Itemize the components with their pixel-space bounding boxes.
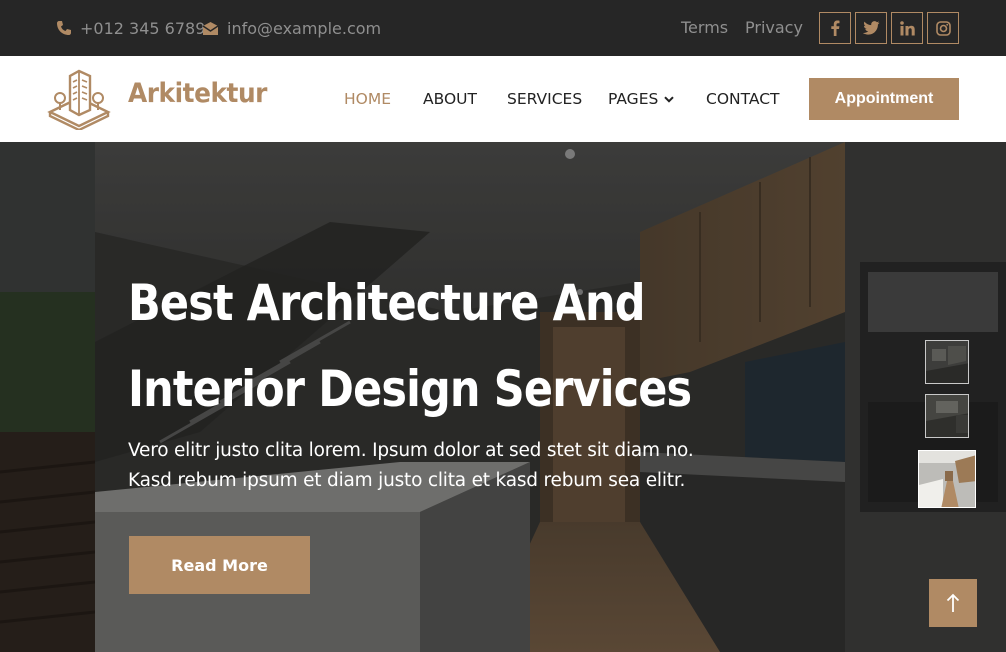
hero-title-line-1: Best Architecture And [128,274,646,332]
carousel-thumbnail-2[interactable] [925,394,969,438]
privacy-link[interactable]: Privacy [745,0,803,56]
phone-icon [57,21,71,35]
hero-carousel: Best Architecture And Interior Design Se… [0,142,1006,652]
appointment-button[interactable]: Appointment [809,78,959,120]
hero-subtitle: Vero elitr justo clita lorem. Ipsum dolo… [128,436,748,496]
chevron-down-icon [664,96,675,103]
linkedin-icon[interactable] [891,12,923,44]
main-navbar: Arkitektur HOME ABOUT SERVICES PAGES CON… [0,56,1006,142]
terms-link[interactable]: Terms [681,0,728,56]
nav-home[interactable]: HOME [344,56,391,142]
hero-subtitle-line-1: Vero elitr justo clita lorem. Ipsum dolo… [128,440,694,461]
nav-pages-dropdown[interactable]: PAGES [608,56,675,142]
nav-services[interactable]: SERVICES [507,56,582,142]
phone-number: +012 345 6789 [80,18,206,38]
hero-title: Best Architecture And Interior Design Se… [128,260,713,432]
phone-contact: +012 345 6789 [56,0,205,56]
nav-contact[interactable]: CONTACT [706,56,780,142]
hero-subtitle-line-2: Kasd rebum ipsum et diam justo clita et … [128,470,686,491]
instagram-icon[interactable] [927,12,959,44]
building-logo-icon[interactable] [46,68,112,130]
back-to-top-button[interactable] [929,579,977,627]
carousel-thumbnail-3-active[interactable] [918,450,976,508]
twitter-icon[interactable] [855,12,887,44]
read-more-button[interactable]: Read More [129,536,310,594]
brand-name[interactable]: Arkitektur [128,78,267,109]
envelope-icon [202,21,219,35]
top-bar: +012 345 6789 info@example.com Terms Pri… [0,0,1006,56]
nav-about[interactable]: ABOUT [423,56,477,142]
arrow-up-icon [946,593,960,612]
email-contact: info@example.com [202,0,381,56]
facebook-icon[interactable] [819,12,851,44]
hero-title-line-2: Interior Design Services [128,360,692,418]
email-address: info@example.com [227,18,382,38]
carousel-thumbnail-1[interactable] [925,340,969,384]
nav-pages-label: PAGES [608,90,659,108]
